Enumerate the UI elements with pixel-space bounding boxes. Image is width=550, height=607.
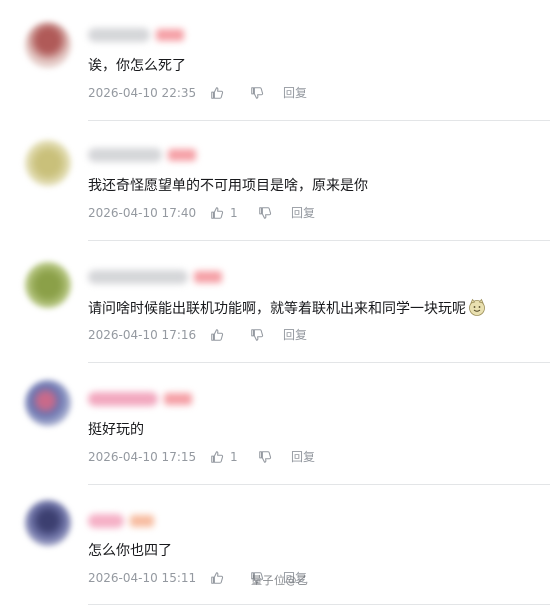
avatar[interactable] — [25, 500, 71, 546]
comment-time: 2026-04-10 17:16 — [88, 328, 197, 342]
thumbs-up-icon — [211, 207, 224, 219]
comment-time: 2026-04-10 17:15 — [88, 450, 197, 464]
comment-text: 请问啥时候能出联机功能啊，就等着联机出来和同学一块玩呢 — [88, 298, 486, 319]
dislike-button[interactable] — [258, 204, 274, 222]
comment-text: 挺好玩的 — [88, 422, 144, 438]
thumbs-down-icon — [259, 451, 272, 463]
reply-button[interactable]: 回复 — [291, 448, 315, 466]
dislike-button[interactable] — [250, 84, 266, 102]
username-blurred[interactable] — [88, 392, 192, 406]
username-blurred[interactable] — [88, 270, 222, 284]
divider — [88, 484, 550, 485]
reply-button[interactable]: 回复 — [291, 204, 315, 222]
smile-emoji-icon — [469, 298, 485, 316]
comment-text: 我还奇怪愿望单的不可用项目是啥，原来是你 — [88, 178, 368, 194]
thumbs-down-icon — [251, 329, 264, 341]
comment-text: 诶，你怎么死了 — [88, 58, 186, 74]
comment-time: 2026-04-10 17:40 — [88, 206, 197, 220]
comment-text: 怎么你也四了 — [88, 543, 172, 559]
avatar[interactable] — [25, 380, 71, 426]
divider — [88, 604, 550, 605]
like-count: 1 — [230, 450, 238, 464]
username-blurred[interactable] — [88, 148, 196, 162]
thumbs-up-icon — [211, 87, 224, 99]
like-count: 1 — [230, 206, 238, 220]
comment-list: 诶，你怎么死了 2026-04-10 22:35 回复 我还奇怪愿望单的不可用项… — [0, 0, 550, 607]
thumbs-up-icon — [211, 572, 224, 584]
dislike-button[interactable] — [258, 448, 274, 466]
avatar[interactable] — [25, 140, 71, 186]
divider — [88, 362, 550, 363]
reply-button[interactable]: 回复 — [283, 326, 307, 344]
comment-time: 2026-04-10 15:11 — [88, 571, 197, 585]
comment-time: 2026-04-10 22:35 — [88, 86, 197, 100]
watermark: 量子位@乙 — [251, 574, 309, 587]
comment-text-content: 请问啥时候能出联机功能啊，就等着联机出来和同学一块玩呢 — [88, 301, 466, 317]
avatar[interactable] — [25, 262, 71, 308]
dislike-button[interactable] — [250, 326, 266, 344]
reply-button[interactable]: 回复 — [283, 84, 307, 102]
divider — [88, 120, 550, 121]
thumbs-up-icon — [211, 329, 224, 341]
thumbs-down-icon — [259, 207, 272, 219]
avatar[interactable] — [25, 22, 71, 68]
username-blurred[interactable] — [88, 28, 184, 42]
username-blurred[interactable] — [88, 514, 154, 528]
thumbs-up-icon — [211, 451, 224, 463]
divider — [88, 240, 550, 241]
thumbs-down-icon — [251, 87, 264, 99]
